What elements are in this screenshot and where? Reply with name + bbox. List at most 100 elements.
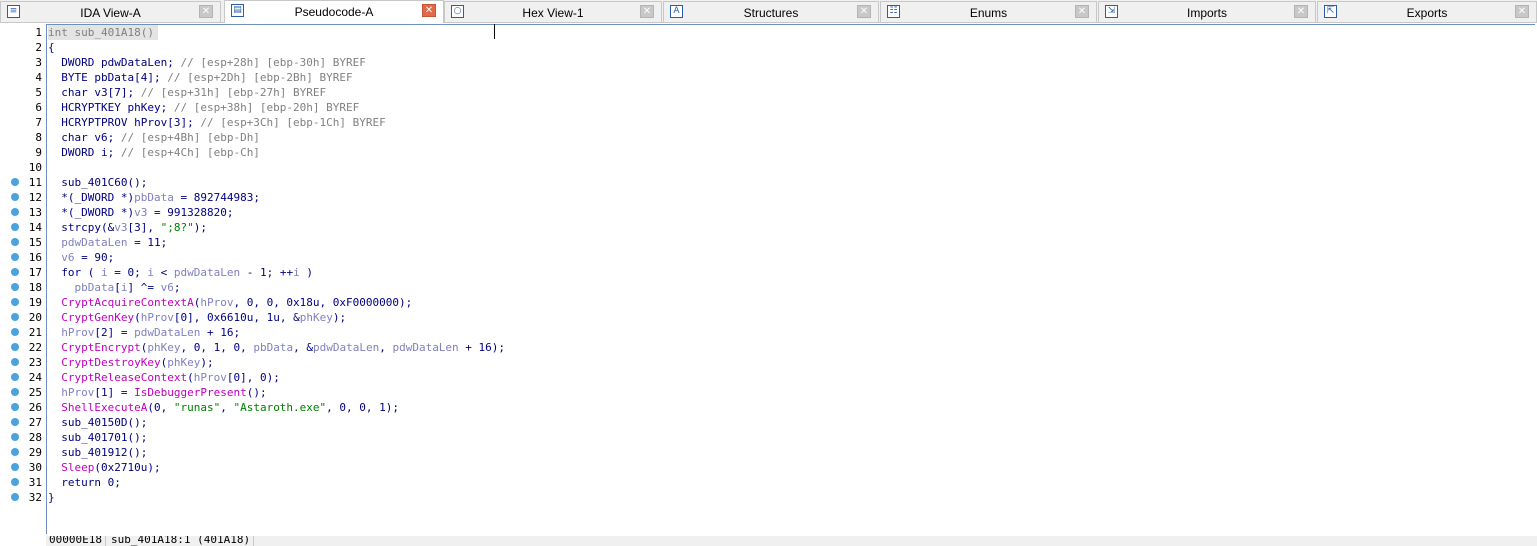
breakpoint-dot-icon[interactable] bbox=[11, 343, 19, 351]
line-number: 9 bbox=[35, 146, 42, 159]
line-number-gutter: 1 2 3 4 5 6 7 8 9 10 11 12 13 14 15 16 17 18 19 20 21 22 23 24 2… bbox=[0, 24, 46, 546]
code-line[interactable]: *(_DWORD *)v3 = 991328820; bbox=[48, 205, 233, 220]
code-line[interactable]: char v3[7]; // [esp+31h] [ebp-27h] BYREF bbox=[48, 85, 326, 100]
line-number: 28 bbox=[28, 431, 42, 444]
code-line[interactable]: CryptGenKey(hProv[0], 0x6610u, 1u, &phKe… bbox=[48, 310, 346, 325]
breakpoint-dot-icon[interactable] bbox=[11, 373, 19, 381]
code-line[interactable]: hProv[1] = IsDebuggerPresent(); bbox=[48, 385, 266, 400]
line-number: 12 bbox=[28, 191, 42, 204]
close-icon[interactable]: ✕ bbox=[1515, 5, 1529, 18]
code-line[interactable]: for ( i = 0; i < pdwDataLen - 1; ++i ) bbox=[48, 265, 313, 280]
code-line[interactable]: HCRYPTPROV hProv[3]; // [esp+3Ch] [ebp-1… bbox=[48, 115, 386, 130]
line-number: 30 bbox=[28, 461, 42, 474]
tab-label: Imports bbox=[1186, 6, 1227, 20]
code-line[interactable]: strcpy(&v3[3], ";8?"); bbox=[48, 220, 207, 235]
breakpoint-dot-icon[interactable] bbox=[11, 418, 19, 426]
breakpoint-dot-icon[interactable] bbox=[11, 403, 19, 411]
code-line[interactable]: CryptEncrypt(phKey, 0, 1, 0, pbData, &pd… bbox=[48, 340, 505, 355]
line-number: 13 bbox=[28, 206, 42, 219]
code-line[interactable]: sub_401C60(); bbox=[48, 175, 147, 190]
code-line[interactable]: *(_DWORD *)pbData = 892744983; bbox=[48, 190, 260, 205]
code-line[interactable]: HCRYPTKEY phKey; // [esp+38h] [ebp-20h] … bbox=[48, 100, 359, 115]
close-icon[interactable]: ✕ bbox=[199, 5, 213, 18]
breakpoint-dot-icon[interactable] bbox=[11, 283, 19, 291]
breakpoint-dot-icon[interactable] bbox=[11, 208, 19, 216]
code-line[interactable]: CryptDestroyKey(phKey); bbox=[48, 355, 213, 370]
code-line[interactable]: Sleep(0x2710u); bbox=[48, 460, 160, 475]
line-number: 21 bbox=[28, 326, 42, 339]
tab-label: IDA View-A bbox=[80, 6, 141, 20]
code-line[interactable]: sub_40150D(); bbox=[48, 415, 147, 430]
line-number: 7 bbox=[35, 116, 42, 129]
tab-label: Enums bbox=[969, 6, 1008, 20]
tab-bar: ≡ IDA View-A ✕ ▤ Pseudocode-A ✕ ○ Hex View-1 ✕ A S… bbox=[0, 0, 1537, 23]
breakpoint-dot-icon[interactable] bbox=[11, 433, 19, 441]
code-line[interactable]: pbData[i] ^= v6; bbox=[48, 280, 181, 295]
status-bar: 00000E18 sub_401A18:1 (401A18) bbox=[46, 536, 1537, 546]
tab-label: Pseudocode-A bbox=[294, 5, 374, 19]
tab-enums[interactable]: ☷ Enums ✕ bbox=[880, 1, 1097, 22]
line-number: 5 bbox=[35, 86, 42, 99]
tab-label: Exports bbox=[1406, 6, 1448, 20]
line-number: 23 bbox=[28, 356, 42, 369]
line-number: 18 bbox=[28, 281, 42, 294]
breakpoint-dot-icon[interactable] bbox=[11, 463, 19, 471]
line-number: 1 bbox=[35, 26, 42, 39]
status-address: 00000E18 bbox=[46, 536, 106, 546]
code-line[interactable]: BYTE pbData[4]; // [esp+2Dh] [ebp-2Bh] B… bbox=[48, 70, 352, 85]
line-number: 32 bbox=[28, 491, 42, 504]
line-number: 3 bbox=[35, 56, 42, 69]
tab-pseudocode-a[interactable]: ▤ Pseudocode-A ✕ bbox=[224, 0, 444, 23]
code-line[interactable]: DWORD pdwDataLen; // [esp+28h] [ebp-30h]… bbox=[48, 55, 366, 70]
breakpoint-dot-icon[interactable] bbox=[11, 223, 19, 231]
code-line[interactable]: pdwDataLen = 11; bbox=[48, 235, 167, 250]
close-icon[interactable]: ✕ bbox=[422, 4, 436, 17]
tab-structures[interactable]: A Structures ✕ bbox=[663, 1, 879, 22]
line-number: 22 bbox=[28, 341, 42, 354]
code-line[interactable]: CryptAcquireContextA(hProv, 0, 0, 0x18u,… bbox=[48, 295, 412, 310]
breakpoint-dot-icon[interactable] bbox=[11, 253, 19, 261]
line-number: 20 bbox=[28, 311, 42, 324]
close-icon[interactable]: ✕ bbox=[857, 5, 871, 18]
line-number: 15 bbox=[28, 236, 42, 249]
breakpoint-dot-icon[interactable] bbox=[11, 298, 19, 306]
code-line[interactable]: sub_401912(); bbox=[48, 445, 147, 460]
breakpoint-dot-icon[interactable] bbox=[11, 478, 19, 486]
code-line[interactable]: v6 = 90; bbox=[48, 250, 114, 265]
tab-exports[interactable]: ⇱ Exports ✕ bbox=[1317, 1, 1537, 22]
breakpoint-dot-icon[interactable] bbox=[11, 178, 19, 186]
breakpoint-dot-icon[interactable] bbox=[11, 388, 19, 396]
breakpoint-dot-icon[interactable] bbox=[11, 358, 19, 366]
breakpoint-dot-icon[interactable] bbox=[11, 313, 19, 321]
code-line[interactable]: { bbox=[48, 40, 55, 55]
code-line[interactable]: char v6; // [esp+4Bh] [ebp-Dh] bbox=[48, 130, 260, 145]
tab-ida-view-a[interactable]: ≡ IDA View-A ✕ bbox=[0, 1, 221, 22]
code-line[interactable]: sub_401701(); bbox=[48, 430, 147, 445]
tab-hex-view-1[interactable]: ○ Hex View-1 ✕ bbox=[444, 1, 662, 22]
line-number: 25 bbox=[28, 386, 42, 399]
line-number: 14 bbox=[28, 221, 42, 234]
code-line[interactable]: } bbox=[48, 490, 55, 505]
tab-label: Structures bbox=[743, 6, 799, 20]
line-number: 17 bbox=[28, 266, 42, 279]
code-line[interactable]: return 0; bbox=[48, 475, 121, 490]
line-number: 29 bbox=[28, 446, 42, 459]
close-icon[interactable]: ✕ bbox=[1294, 5, 1308, 18]
close-icon[interactable]: ✕ bbox=[1075, 5, 1089, 18]
code-line[interactable]: CryptReleaseContext(hProv[0], 0); bbox=[48, 370, 280, 385]
code-line[interactable]: ShellExecuteA(0, "runas", "Astaroth.exe"… bbox=[48, 400, 399, 415]
tab-imports[interactable]: ⇲ Imports ✕ bbox=[1098, 1, 1316, 22]
line-number: 31 bbox=[28, 476, 42, 489]
breakpoint-dot-icon[interactable] bbox=[11, 493, 19, 501]
breakpoint-dot-icon[interactable] bbox=[11, 448, 19, 456]
line-number: 19 bbox=[28, 296, 42, 309]
breakpoint-dot-icon[interactable] bbox=[11, 328, 19, 336]
close-icon[interactable]: ✕ bbox=[640, 5, 654, 18]
breakpoint-dot-icon[interactable] bbox=[11, 238, 19, 246]
code-line[interactable]: int sub_401A18() bbox=[48, 25, 158, 40]
breakpoint-dot-icon[interactable] bbox=[11, 268, 19, 276]
line-number: 27 bbox=[28, 416, 42, 429]
code-line[interactable]: hProv[2] = pdwDataLen + 16; bbox=[48, 325, 240, 340]
code-line[interactable]: DWORD i; // [esp+4Ch] [ebp-Ch] bbox=[48, 145, 260, 160]
breakpoint-dot-icon[interactable] bbox=[11, 193, 19, 201]
